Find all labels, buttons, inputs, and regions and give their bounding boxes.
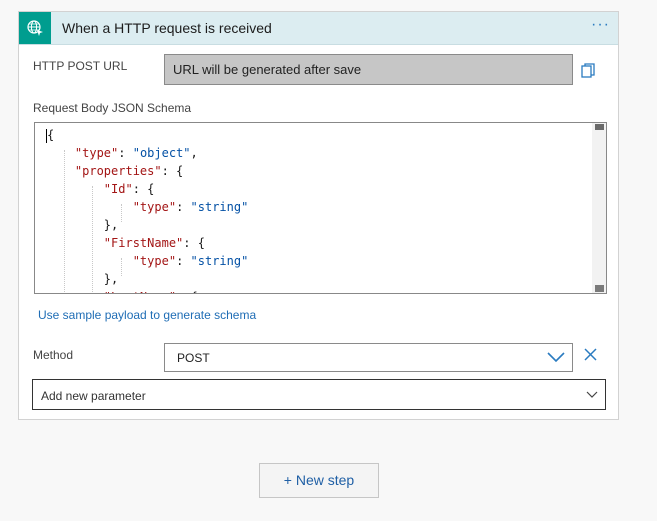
http-post-url-field: URL will be generated after save xyxy=(164,54,573,85)
generate-schema-link[interactable]: Use sample payload to generate schema xyxy=(38,308,256,322)
schema-code: { "type": "object", "properties": { "Id"… xyxy=(46,126,249,293)
code-line: "FirstName": { xyxy=(103,236,205,250)
chevron-down-icon[interactable] xyxy=(547,352,565,363)
schema-label: Request Body JSON Schema xyxy=(33,101,192,115)
globe-request-icon xyxy=(19,12,51,44)
method-value: POST xyxy=(177,351,210,365)
chevron-down-icon xyxy=(586,391,598,398)
code-line: }, xyxy=(46,218,119,232)
code-line: "type": "object", xyxy=(74,146,198,160)
code-line: "Id": { xyxy=(103,182,155,196)
scrollbar-thumb[interactable] xyxy=(595,124,604,130)
new-step-button[interactable]: + New step xyxy=(259,463,379,498)
add-parameter-placeholder: Add new parameter xyxy=(41,389,146,403)
more-options-button[interactable]: ··· xyxy=(591,16,610,34)
code-line: "type": "string" xyxy=(132,200,249,214)
schema-scrollbar[interactable] xyxy=(592,123,606,293)
http-post-url-label: HTTP POST URL xyxy=(33,59,128,73)
add-parameter-select[interactable]: Add new parameter xyxy=(32,379,606,410)
method-select[interactable]: POST xyxy=(164,343,573,372)
http-trigger-card: When a HTTP request is received ··· HTTP… xyxy=(18,11,619,420)
code-line: "type": "string" xyxy=(132,254,249,268)
card-header[interactable]: When a HTTP request is received ··· xyxy=(19,12,618,45)
code-line: "properties": { xyxy=(74,164,184,178)
schema-editor[interactable]: { "type": "object", "properties": { "Id"… xyxy=(34,122,607,294)
card-title: When a HTTP request is received xyxy=(62,20,272,36)
method-label: Method xyxy=(33,348,74,362)
scrollbar-end[interactable] xyxy=(595,285,604,292)
code-line: { xyxy=(46,128,55,143)
code-line: }, xyxy=(46,272,119,286)
close-icon[interactable] xyxy=(584,348,597,361)
copy-icon[interactable] xyxy=(581,63,595,79)
code-line: "LastName": { xyxy=(46,288,248,293)
